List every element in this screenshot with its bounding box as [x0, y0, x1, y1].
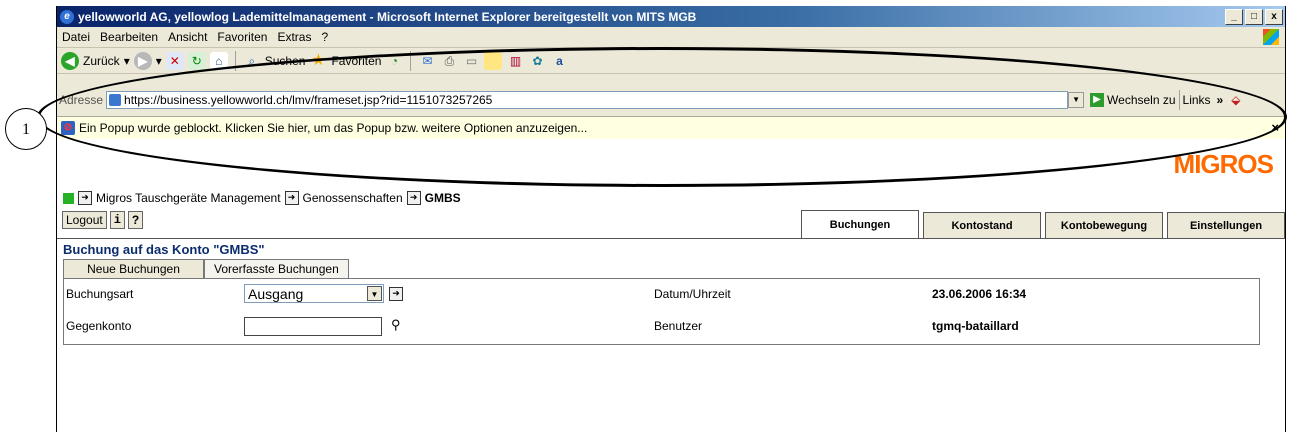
arrow-right-icon: ➜: [284, 191, 299, 205]
back-button[interactable]: Zurück: [83, 54, 120, 68]
chevron-down-icon[interactable]: ▼: [367, 286, 382, 301]
benutzer-label: Benutzer: [654, 319, 703, 333]
maximize-button[interactable]: □: [1245, 8, 1263, 25]
tab-einstellungen[interactable]: Einstellungen: [1167, 212, 1285, 238]
arrow-right-icon: ➜: [78, 191, 92, 205]
booking-form: Buchungsart Ausgang ▼ ➜ Datum/Uhrzeit 23…: [63, 278, 1260, 345]
page-title: Buchung auf das Konto "GMBS": [63, 242, 265, 257]
annotation-ellipse: [37, 47, 1287, 187]
tab-kontostand[interactable]: Kontostand: [923, 212, 1041, 238]
back-dropdown-icon[interactable]: ▾: [124, 54, 130, 68]
tab-vorerfasste-buchungen[interactable]: Vorerfasste Buchungen: [204, 259, 349, 278]
ie-icon: e: [60, 9, 74, 24]
tab-buchungen[interactable]: Buchungen: [801, 210, 919, 238]
minimize-button[interactable]: _: [1225, 8, 1243, 25]
menu-bar: Datei Bearbeiten Ansicht Favoriten Extra…: [57, 27, 1285, 48]
sub-tabs: Neue Buchungen Vorerfasste Buchungen: [63, 259, 349, 278]
gegenkonto-input[interactable]: [244, 317, 382, 336]
action-buttons: Logout i ?: [62, 211, 144, 229]
breadcrumb: ➜ Migros Tauschgeräte Management ➜ Genos…: [63, 191, 461, 205]
buchungsart-select[interactable]: Ausgang ▼: [244, 284, 384, 303]
form-row-buchungsart: Buchungsart Ausgang ▼ ➜ Datum/Uhrzeit 23…: [64, 279, 1259, 311]
form-row-gegenkonto: Gegenkonto ⚲ Benutzer tgmq-bataillard: [64, 311, 1259, 343]
stop-icon[interactable]: ✕: [165, 51, 184, 70]
buchungsart-label: Buchungsart: [66, 287, 134, 301]
tab-kontobewegung[interactable]: Kontobewegung: [1045, 212, 1163, 238]
breadcrumb-item-genossenschaften[interactable]: Genossenschaften: [303, 191, 403, 205]
gegenkonto-label: Gegenkonto: [66, 319, 132, 333]
menu-bearbeiten[interactable]: Bearbeiten: [100, 30, 158, 44]
menu-extras[interactable]: Extras: [277, 30, 311, 44]
refresh-icon[interactable]: ↻: [187, 51, 206, 70]
annotation-number: 1: [5, 108, 47, 150]
status-green-icon: [63, 192, 74, 204]
buchungsart-value: Ausgang: [248, 286, 304, 302]
forward-arrow-icon[interactable]: ▶: [133, 51, 152, 70]
breadcrumb-item-gmbs: GMBS: [424, 191, 461, 205]
datum-value: 23.06.2006 16:34: [932, 287, 1027, 301]
tab-divider: [57, 238, 1285, 239]
forward-dropdown-icon[interactable]: ▾: [156, 54, 162, 68]
datum-label: Datum/Uhrzeit: [654, 287, 731, 301]
menu-favoriten[interactable]: Favoriten: [217, 30, 267, 44]
tab-neue-buchungen[interactable]: Neue Buchungen: [63, 259, 204, 278]
window-title: yellowworld AG, yellowlog Lademittelmana…: [78, 9, 697, 24]
logout-button[interactable]: Logout: [62, 211, 107, 229]
menu-help[interactable]: ?: [321, 30, 328, 44]
close-button[interactable]: x: [1265, 8, 1283, 25]
info-button[interactable]: i: [109, 211, 125, 229]
benutzer-value: tgmq-bataillard: [932, 319, 1019, 333]
binoculars-icon[interactable]: ⚲: [391, 317, 401, 333]
windows-logo-icon: [1263, 29, 1279, 45]
breadcrumb-item-migros[interactable]: Migros Tauschgeräte Management: [96, 191, 281, 205]
menu-datei[interactable]: Datei: [62, 30, 90, 44]
title-bar: e yellowworld AG, yellowlog Lademittelma…: [57, 6, 1285, 27]
arrow-right-icon: ➜: [406, 191, 421, 205]
menu-ansicht[interactable]: Ansicht: [168, 30, 207, 44]
back-arrow-icon[interactable]: ◀: [61, 51, 79, 70]
arrow-right-icon[interactable]: ➜: [389, 287, 403, 301]
help-button[interactable]: ?: [127, 211, 144, 229]
main-tabs: Buchungen Kontostand Kontobewegung Einst…: [801, 210, 1285, 238]
